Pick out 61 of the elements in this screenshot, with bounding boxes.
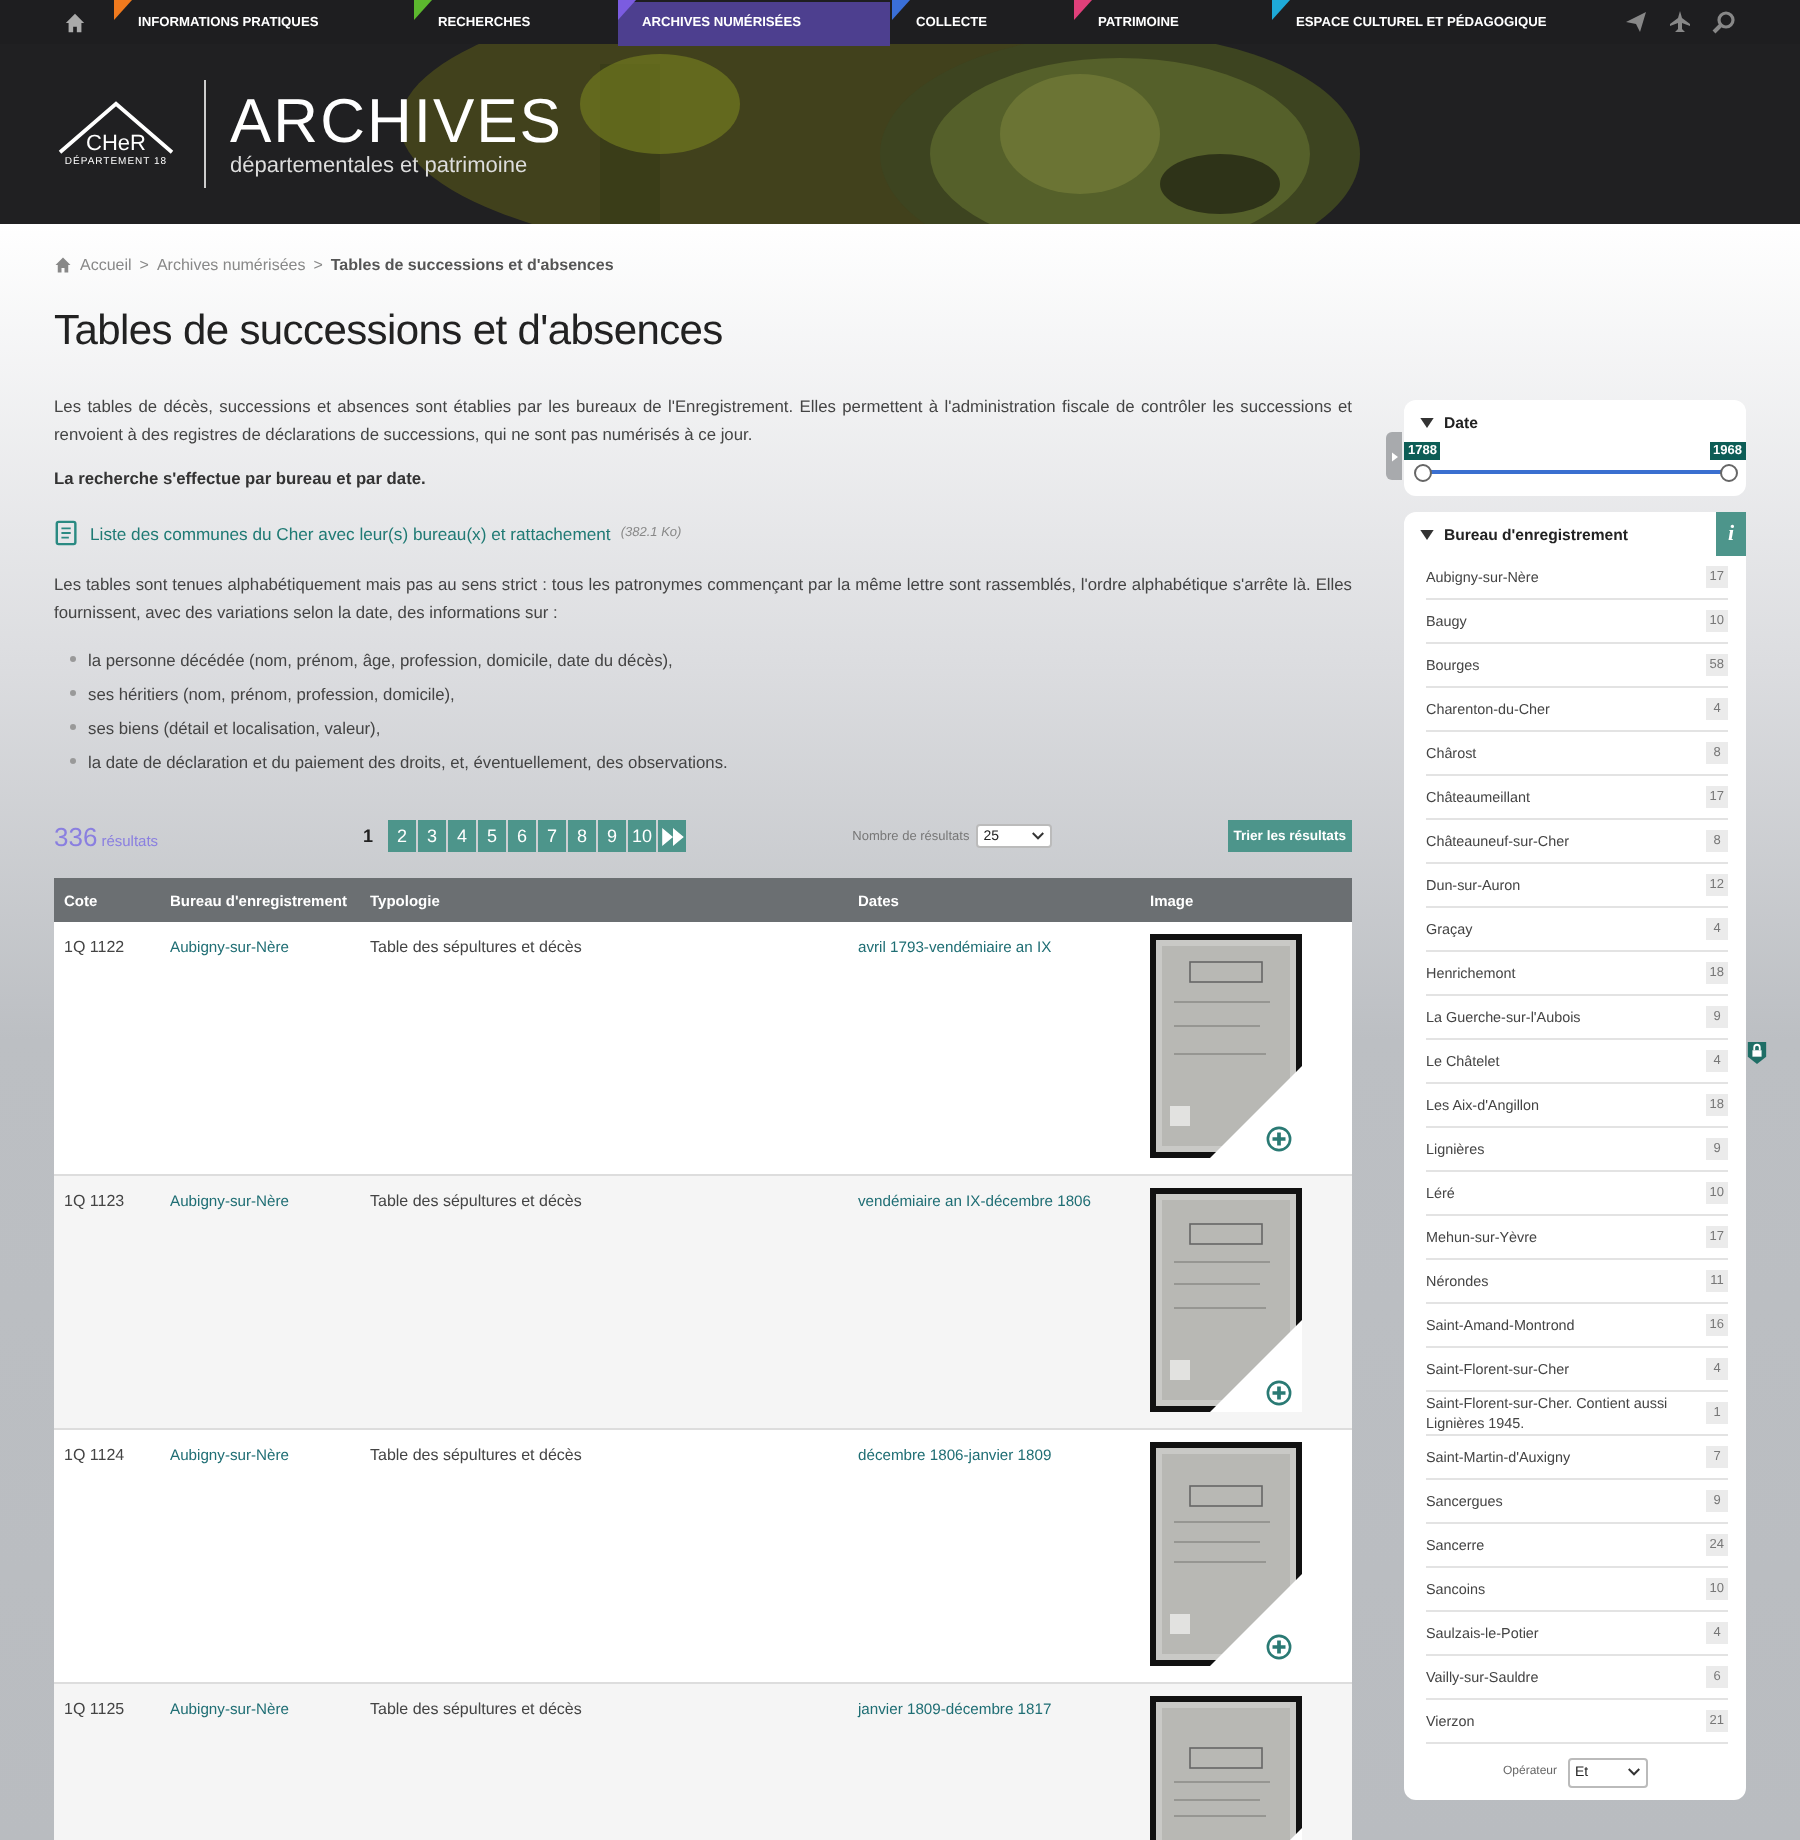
page-link[interactable]: 5 — [478, 820, 506, 852]
airplane-icon[interactable] — [1668, 10, 1692, 34]
page-link[interactable]: 7 — [538, 820, 566, 852]
page-link[interactable]: 10 — [628, 820, 656, 852]
table-cell-text: Table des sépultures et décès — [368, 936, 584, 960]
list-item: ses biens (détail et localisation, valeur), — [88, 717, 381, 737]
slider-thumb[interactable] — [1720, 464, 1738, 482]
lock-icon[interactable] — [1746, 1040, 1768, 1066]
breadcrumb-item[interactable]: Tables de successions et d'absences — [330, 256, 614, 274]
breadcrumb-separator: > — [313, 256, 323, 274]
table-cell-text: 1Q 1122 — [62, 936, 127, 960]
paragraph: La recherche s'effectue par bureau et par date. — [54, 466, 428, 492]
fast-forward-icon — [661, 827, 683, 845]
chevron-down-icon — [1031, 832, 1044, 840]
document-link[interactable]: Liste des communes du Cher avec leur(s) bureau(x) et rattachement — [90, 523, 611, 543]
home-icon[interactable] — [54, 256, 72, 274]
search-icon[interactable] — [1712, 10, 1736, 34]
page-link[interactable]: 6 — [508, 820, 536, 852]
roof-icon — [54, 100, 178, 156]
page-link[interactable]: 3 — [418, 820, 446, 852]
breadcrumb-item[interactable]: Archives numérisées — [156, 256, 306, 274]
panel-handle[interactable] — [1386, 432, 1402, 480]
zoom-in-icon[interactable] — [1266, 1126, 1292, 1152]
paper-plane-icon[interactable] — [1624, 10, 1648, 34]
slider-thumb[interactable] — [1414, 464, 1432, 482]
logo-text: CHeR — [86, 132, 146, 156]
paragraph: Les tables sont tenues alphabétiquement mais pas au sens strict : tous les patronymes commençant par la même lettre sont rassemblés, l'ordre alphabétique s'arrête là. Elles fournissent, avec des variations selon la date, des informations sur : — [54, 572, 1352, 626]
info-button[interactable]: i — [1716, 512, 1746, 556]
site-subtitle: départementales et patrimoine — [230, 154, 530, 178]
page-link[interactable]: 9 — [598, 820, 626, 852]
page-link[interactable]: 8 — [568, 820, 596, 852]
bullet-icon — [70, 690, 76, 696]
bullet-icon — [70, 758, 76, 764]
table-cell-text: Table des sépultures et décès — [368, 1698, 584, 1722]
list-item: ses héritiers (nom, prénom, profession, domicile), — [88, 683, 455, 703]
home-icon[interactable] — [64, 11, 86, 33]
next-pages-button[interactable] — [658, 820, 686, 852]
list-item: la personne décédée (nom, prénom, âge, profession, domicile, date du décès), — [88, 649, 673, 669]
zoom-in-icon[interactable] — [1266, 1634, 1292, 1660]
table-cell-text: 1Q 1124 — [62, 1444, 127, 1468]
collapse-icon[interactable] — [1420, 529, 1434, 539]
page-link[interactable]: 4 — [448, 820, 476, 852]
page-link[interactable]: 2 — [388, 820, 416, 852]
breadcrumb-separator: > — [139, 256, 149, 274]
bullet-icon — [70, 724, 76, 730]
page-link[interactable]: 1 — [354, 820, 386, 852]
document-icon — [54, 520, 80, 546]
page-title: Tables de successions et d'absences — [54, 308, 725, 356]
site-title: ARCHIVES — [230, 90, 563, 154]
bullet-icon — [70, 656, 76, 662]
table-cell-text: Table des sépultures et décès — [368, 1190, 584, 1214]
results-count: 336 — [54, 821, 98, 851]
table-cell-text: Table des sépultures et décès — [368, 1444, 584, 1468]
collapse-icon[interactable] — [1420, 417, 1434, 427]
paragraph: Les tables de décès, successions et absences sont établies par les bureaux de l'Enregistrement. Elles permettent à l'administration fiscale de contrôler les successions et renvoient à des registres de déclarations de successions, qui ne sont pas numérisés à ce jour. — [54, 394, 1352, 448]
table-cell-text: 1Q 1123 — [62, 1190, 127, 1214]
table-cell-text: 1Q 1125 — [62, 1698, 127, 1722]
chevron-down-icon — [1627, 1768, 1639, 1776]
breadcrumb-item[interactable]: Accueil — [80, 256, 132, 274]
list-item: la date de déclaration et du paiement des droits, et, éventuellement, des observations. — [88, 751, 728, 771]
zoom-in-icon[interactable] — [1266, 1380, 1292, 1406]
